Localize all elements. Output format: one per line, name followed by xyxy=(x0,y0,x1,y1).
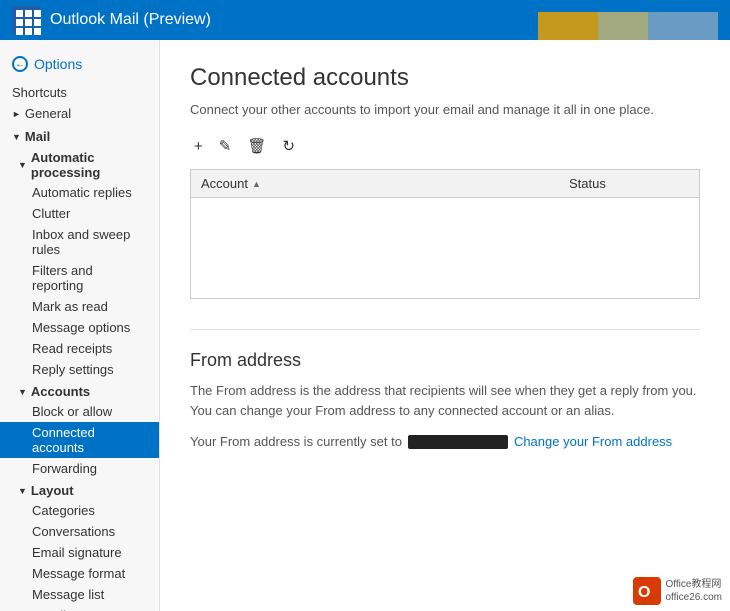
toolbar: + ✎ 🗑 ↻ xyxy=(190,135,700,157)
col-account-header[interactable]: Account ▲ xyxy=(201,176,569,191)
office-brand: Office教程网 xyxy=(665,578,722,591)
from-address-row: Your From address is currently set to Ch… xyxy=(190,434,700,449)
section-divider xyxy=(190,329,700,330)
sidebar-item-categories[interactable]: Categories xyxy=(0,500,159,521)
from-address-title: From address xyxy=(190,350,700,371)
sidebar-item-general[interactable]: ► General xyxy=(0,103,159,124)
options-label: Options xyxy=(34,56,82,72)
back-icon[interactable]: ← xyxy=(12,56,28,72)
sidebar-section-accounts[interactable]: ▼ Accounts xyxy=(0,380,159,401)
main-content: Connected accounts Connect your other ac… xyxy=(160,40,730,611)
chevron-down-icon: ▼ xyxy=(12,132,21,142)
add-account-button[interactable]: + xyxy=(190,136,207,157)
accounts-table: Account ▲ Status xyxy=(190,169,700,299)
refresh-icon: ↻ xyxy=(282,138,295,155)
sidebar-section-layout[interactable]: ▼ Layout xyxy=(0,479,159,500)
chevron-down-icon-accounts: ▼ xyxy=(18,387,27,397)
left-nav: ← Options Shortcuts ► General ▼ Mail ▼ A… xyxy=(0,40,160,611)
table-header: Account ▲ Status xyxy=(191,170,699,198)
svg-text:O: O xyxy=(638,584,650,601)
app-body: ← Options Shortcuts ► General ▼ Mail ▼ A… xyxy=(0,40,730,611)
sidebar-item-message-list[interactable]: Message list xyxy=(0,584,159,605)
sidebar-item-message-options[interactable]: Message options xyxy=(0,317,159,338)
sidebar-item-connected-accounts[interactable]: Connected accounts xyxy=(0,422,159,458)
sidebar-item-reading-pane[interactable]: Reading pane xyxy=(0,605,159,611)
change-from-address-link[interactable]: Change your From address xyxy=(514,434,672,449)
table-body xyxy=(191,198,699,298)
sidebar-item-shortcuts[interactable]: Shortcuts xyxy=(0,82,159,103)
sidebar-item-clutter[interactable]: Clutter xyxy=(0,203,159,224)
col-status-header[interactable]: Status xyxy=(569,176,689,191)
sidebar-item-automatic-replies[interactable]: Automatic replies xyxy=(0,182,159,203)
office-logo: O xyxy=(633,577,661,605)
from-address-label: Your From address is currently set to xyxy=(190,434,402,449)
office-badge: O Office教程网 office26.com xyxy=(633,577,722,605)
options-header[interactable]: ← Options xyxy=(0,50,159,82)
sidebar-item-forwarding[interactable]: Forwarding xyxy=(0,458,159,479)
apps-grid-icon[interactable] xyxy=(12,6,40,34)
office-domain: office26.com xyxy=(665,591,722,604)
titlebar: Outlook Mail (Preview) xyxy=(0,0,730,40)
delete-icon: 🗑 xyxy=(247,138,266,155)
sidebar-item-email-signature[interactable]: Email signature xyxy=(0,542,159,563)
refresh-button[interactable]: ↻ xyxy=(278,135,299,157)
sidebar-item-conversations[interactable]: Conversations xyxy=(0,521,159,542)
chevron-down-icon-2: ▼ xyxy=(18,160,27,170)
sidebar-item-read-receipts[interactable]: Read receipts xyxy=(0,338,159,359)
chevron-right-icon: ► xyxy=(12,109,21,119)
redacted-email xyxy=(408,435,508,449)
titlebar-accents xyxy=(538,0,718,40)
sidebar-item-message-format[interactable]: Message format xyxy=(0,563,159,584)
sidebar-item-automatic-processing[interactable]: ▼ Automatic processing xyxy=(0,146,159,182)
from-address-description: The From address is the address that rec… xyxy=(190,381,700,420)
page-subtitle: Connect your other accounts to import yo… xyxy=(190,102,700,117)
sidebar-item-inbox-sweep[interactable]: Inbox and sweep rules xyxy=(0,224,159,260)
sidebar-item-filters-reporting[interactable]: Filters and reporting xyxy=(0,260,159,296)
sidebar-item-mark-as-read[interactable]: Mark as read xyxy=(0,296,159,317)
page-title: Connected accounts xyxy=(190,64,700,92)
sort-icon: ▲ xyxy=(252,179,261,189)
delete-account-button[interactable]: 🗑 xyxy=(243,135,270,157)
app-title: Outlook Mail (Preview) xyxy=(50,11,211,29)
sidebar-item-block-allow[interactable]: Block or allow xyxy=(0,401,159,422)
chevron-down-icon-layout: ▼ xyxy=(18,486,27,496)
sidebar-section-mail[interactable]: ▼ Mail xyxy=(0,124,159,146)
sidebar-item-reply-settings[interactable]: Reply settings xyxy=(0,359,159,380)
edit-account-button[interactable]: ✎ xyxy=(215,135,236,157)
